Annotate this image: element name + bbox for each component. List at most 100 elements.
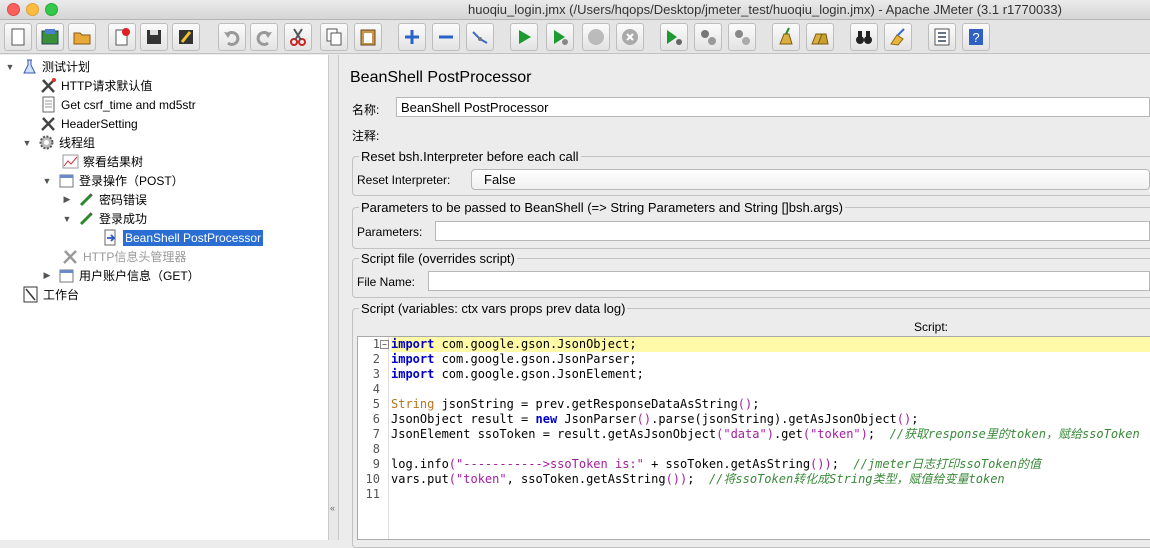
remote-start-icon xyxy=(667,30,682,45)
script-label: Script: xyxy=(914,320,949,334)
expand-all-button[interactable] xyxy=(398,23,426,51)
reset-search-button[interactable] xyxy=(884,23,912,51)
clear-all-button[interactable] xyxy=(806,23,834,51)
broom-icon xyxy=(779,27,793,45)
copy-icon xyxy=(326,28,342,46)
line-number-gutter: 1 − 2 3 4 5 6 7 8 9 10 11 xyxy=(358,337,389,539)
tree-node-http-header-manager[interactable]: HTTP信息头管理器 xyxy=(62,247,186,266)
splitter-grip-icon[interactable]: « xyxy=(330,503,335,513)
broom-all-icon xyxy=(811,33,829,45)
code-line-10: vars.put("token", ssoToken.getAsString()… xyxy=(391,472,1005,486)
help-icon: ? xyxy=(969,29,983,45)
code-line-2: import com.google.gson.JsonParser; xyxy=(391,352,637,366)
play-no-pause-icon xyxy=(554,30,568,45)
sampler-icon xyxy=(58,172,75,189)
start-button[interactable] xyxy=(510,23,538,51)
tree-node-user-account-get[interactable]: ▶ 用户账户信息（GET） xyxy=(42,266,200,285)
remote-exit-button[interactable] xyxy=(728,23,756,51)
stop-button[interactable] xyxy=(582,23,610,51)
tree-node-thread-group[interactable]: ▼ 线程组 xyxy=(22,133,95,152)
play-icon xyxy=(519,30,531,44)
workbench-icon xyxy=(22,286,39,303)
tree-node-header-setting[interactable]: HeaderSetting xyxy=(40,114,138,133)
floppy-icon xyxy=(147,30,161,44)
gear-icon xyxy=(38,134,55,151)
expanded-arrow-icon[interactable]: ▼ xyxy=(42,176,52,186)
window-title: huoqiu_login.jmx (/Users/hqops/Desktop/j… xyxy=(468,2,1062,17)
undo-icon xyxy=(224,30,240,46)
close-button[interactable] xyxy=(108,23,136,51)
cut-button[interactable] xyxy=(284,23,312,51)
remote-stop-button[interactable] xyxy=(694,23,722,51)
script-file-group-legend: Script file (overrides script) xyxy=(359,251,517,266)
close-doc-icon xyxy=(115,28,130,46)
new-button[interactable] xyxy=(4,23,32,51)
code-line-3: import com.google.gson.JsonElement; xyxy=(391,367,644,381)
open-button[interactable] xyxy=(68,23,96,51)
file-name-field[interactable] xyxy=(428,271,1150,291)
svg-text:?: ? xyxy=(972,30,979,45)
scissors-icon xyxy=(290,28,306,46)
templates-icon xyxy=(41,29,59,45)
reset-group-legend: Reset bsh.Interpreter before each call xyxy=(359,149,581,164)
parameters-label: Parameters: xyxy=(357,225,423,239)
tree-node-workbench[interactable]: 工作台 xyxy=(22,285,79,304)
panel-title: BeanShell PostProcessor xyxy=(350,69,532,86)
arrow-doc-icon xyxy=(102,229,119,246)
clear-button[interactable] xyxy=(772,23,800,51)
search-button[interactable] xyxy=(850,23,878,51)
document-icon xyxy=(40,96,57,113)
redo-button[interactable] xyxy=(250,23,278,51)
pencil-icon xyxy=(78,191,95,208)
undo-button[interactable] xyxy=(218,23,246,51)
tree-node-login-post[interactable]: ▼ 登录操作（POST） xyxy=(42,171,184,190)
fold-toggle-icon[interactable]: − xyxy=(380,340,389,349)
code-line-1: import com.google.gson.JsonObject; xyxy=(391,337,1150,352)
code-line-5: String jsonString = prev.getResponseData… xyxy=(391,397,760,411)
list-icon xyxy=(934,28,950,46)
shutdown-button[interactable] xyxy=(616,23,644,51)
copy-button[interactable] xyxy=(320,23,348,51)
script-group-legend: Script (variables: ctx vars props prev d… xyxy=(359,301,628,316)
toggle-button[interactable] xyxy=(466,23,494,51)
collapsed-arrow-icon[interactable]: ▶ xyxy=(42,270,52,281)
templates-button[interactable] xyxy=(36,23,64,51)
code-line-6: JsonObject result = new JsonParser().par… xyxy=(391,412,919,426)
expanded-arrow-icon[interactable]: ▼ xyxy=(62,214,72,224)
tree-node-http-defaults[interactable]: HTTP请求默认值 xyxy=(40,76,152,95)
remote-stop-icon xyxy=(701,30,716,45)
script-editor[interactable]: 1 − 2 3 4 5 6 7 8 9 10 11 import com.goo… xyxy=(357,336,1150,540)
stop-icon xyxy=(588,29,604,45)
tree-node-wrong-password[interactable]: ▶ 密码错误 xyxy=(62,190,147,209)
reset-interpreter-select[interactable]: False xyxy=(471,169,1150,190)
tree-node-get-csrf[interactable]: Get csrf_time and md5str xyxy=(40,95,196,114)
tree-node-beanshell-postprocessor[interactable]: BeanShell PostProcessor xyxy=(102,228,264,247)
collapse-all-button[interactable] xyxy=(432,23,460,51)
function-helper-button[interactable] xyxy=(928,23,956,51)
wrench-icon xyxy=(40,115,57,132)
start-no-pauses-button[interactable] xyxy=(546,23,574,51)
help-button[interactable]: ? xyxy=(962,23,990,51)
remote-start-button[interactable] xyxy=(660,23,688,51)
folder-icon xyxy=(73,32,91,45)
save-as-button[interactable] xyxy=(172,23,200,51)
remote-exit-icon xyxy=(735,30,750,45)
panel-splitter[interactable]: « xyxy=(329,55,339,540)
save-button[interactable] xyxy=(140,23,168,51)
tree-node-view-results[interactable]: 察看结果树 xyxy=(62,152,143,171)
paste-button[interactable] xyxy=(354,23,382,51)
sampler-icon xyxy=(58,267,75,284)
tree-node-login-success[interactable]: ▼ 登录成功 xyxy=(62,209,147,228)
comment-field[interactable] xyxy=(390,124,1150,144)
name-field[interactable]: BeanShell PostProcessor xyxy=(396,97,1150,117)
chart-icon xyxy=(62,153,79,170)
new-file-icon xyxy=(11,28,25,46)
tree-node-test-plan[interactable]: ▼ 测试计划 xyxy=(5,57,90,76)
parameters-field[interactable] xyxy=(435,221,1150,241)
expanded-arrow-icon[interactable]: ▼ xyxy=(22,138,32,148)
redo-icon xyxy=(256,30,272,46)
shutdown-icon xyxy=(622,29,638,45)
expanded-arrow-icon[interactable]: ▼ xyxy=(5,62,15,72)
parameters-group-legend: Parameters to be passed to BeanShell (=>… xyxy=(359,200,845,215)
collapsed-arrow-icon[interactable]: ▶ xyxy=(62,194,72,205)
